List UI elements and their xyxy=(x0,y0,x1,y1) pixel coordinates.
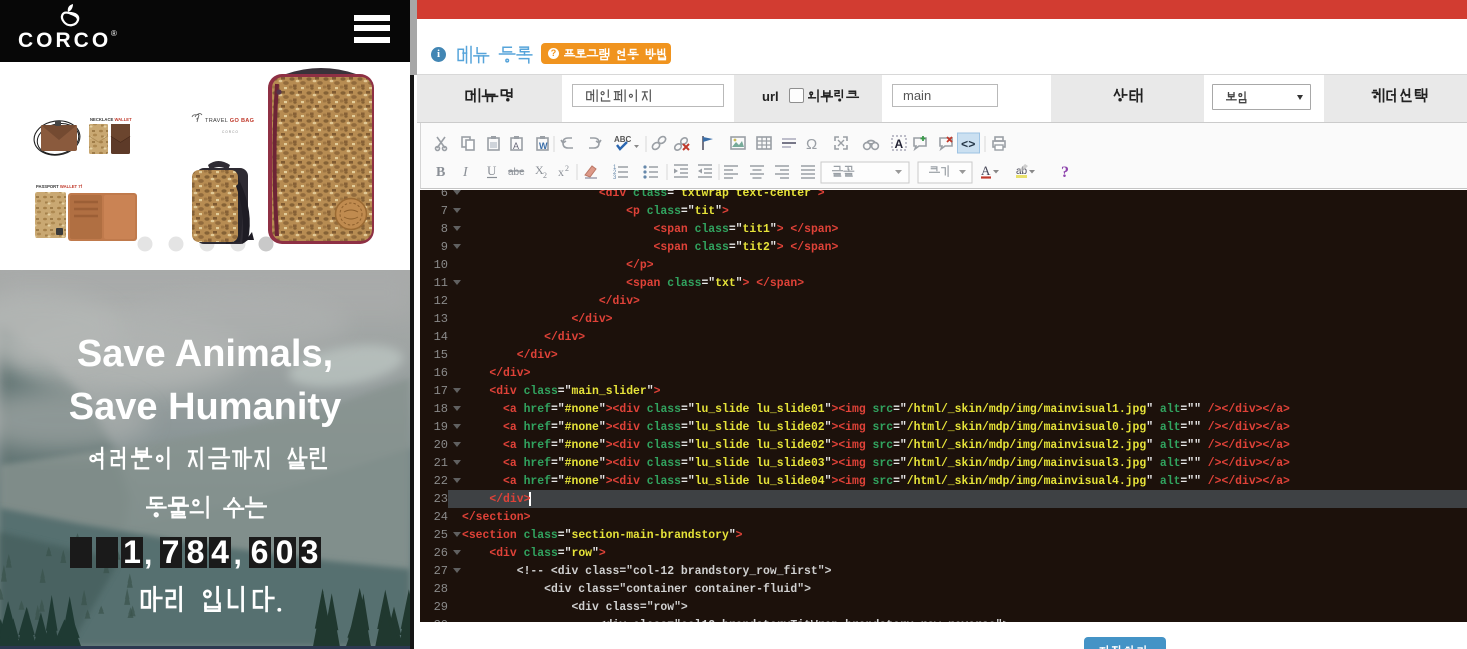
svg-text:A: A xyxy=(895,137,904,151)
svg-text:PASSPORT WALLET 7f: PASSPORT WALLET 7f xyxy=(36,184,83,189)
svg-text:I: I xyxy=(462,165,469,180)
svg-text:U: U xyxy=(487,163,497,178)
svg-text:B: B xyxy=(436,165,445,180)
svg-text:2: 2 xyxy=(543,171,547,180)
svg-text:*: * xyxy=(196,118,199,124)
svg-text:x: x xyxy=(558,165,564,179)
svg-text:2: 2 xyxy=(565,164,569,173)
svg-text:NECKLACE WALLET: NECKLACE WALLET xyxy=(90,117,132,122)
svg-text:TRAVEL GO BAG: TRAVEL GO BAG xyxy=(205,118,254,124)
svg-text:ABC: ABC xyxy=(614,135,632,144)
svg-text:3: 3 xyxy=(613,175,617,181)
svg-text:A: A xyxy=(513,141,519,151)
svg-text:A: A xyxy=(981,163,991,178)
svg-text:CORCO: CORCO xyxy=(222,130,239,134)
svg-text:?: ? xyxy=(1061,164,1069,181)
svg-text:W: W xyxy=(539,141,548,151)
svg-text:<>: <> xyxy=(961,138,975,152)
svg-text:Ω: Ω xyxy=(806,136,817,153)
svg-text:abe: abe xyxy=(508,167,525,178)
